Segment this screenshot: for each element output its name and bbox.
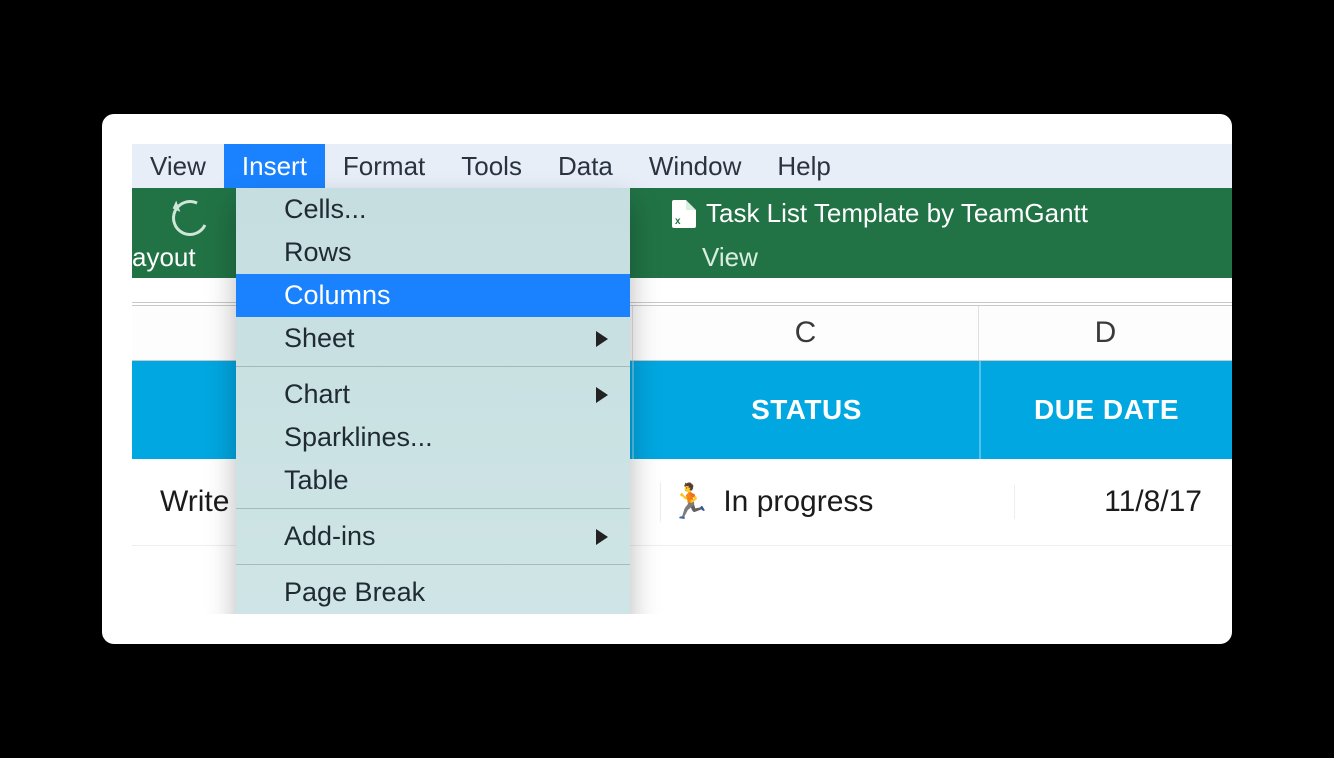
menu-item-label: Columns	[284, 280, 391, 311]
menu-item-label: Table	[284, 465, 349, 496]
cell-status[interactable]: 🏃 In progress	[660, 482, 1014, 522]
menu-item-cells[interactable]: Cells...	[236, 188, 630, 231]
menu-item-chart[interactable]: Chart	[236, 373, 630, 416]
menu-help[interactable]: Help	[759, 144, 848, 188]
excel-file-icon	[672, 200, 696, 228]
menu-item-addins[interactable]: Add-ins	[236, 515, 630, 558]
table-header-due: DUE DATE	[979, 361, 1232, 459]
menu-bar: View Insert Format Tools Data Window Hel…	[132, 144, 1232, 188]
menu-item-label: Sheet	[284, 323, 355, 354]
document-title: Task List Template by TeamGantt	[672, 198, 1088, 229]
menu-insert[interactable]: Insert	[224, 144, 325, 188]
runner-icon: 🏃	[669, 482, 711, 522]
column-header-c[interactable]: C	[632, 306, 978, 360]
table-header-status: STATUS	[632, 361, 979, 459]
menu-item-label: Cells...	[284, 194, 367, 225]
menu-item-table[interactable]: Table	[236, 459, 630, 502]
screenshot-frame: View Insert Format Tools Data Window Hel…	[102, 114, 1232, 644]
column-header-d[interactable]: D	[978, 306, 1232, 360]
insert-menu-dropdown: Cells... Rows Columns Sheet Chart Sparkl…	[236, 188, 630, 614]
ribbon-layout-label: ayout	[132, 242, 196, 273]
menu-format[interactable]: Format	[325, 144, 443, 188]
menu-view[interactable]: View	[132, 144, 224, 188]
menu-item-page-break[interactable]: Page Break	[236, 571, 630, 614]
menu-item-label: Sparklines...	[284, 422, 433, 453]
menu-item-sheet[interactable]: Sheet	[236, 317, 630, 360]
menu-separator	[236, 564, 630, 565]
ribbon-view-tab[interactable]: View	[702, 242, 758, 273]
menu-window[interactable]: Window	[631, 144, 759, 188]
menu-separator	[236, 508, 630, 509]
menu-item-label: Chart	[284, 379, 350, 410]
cell-due-date[interactable]: 11/8/17	[1014, 485, 1232, 519]
menu-item-label: Page Break	[284, 577, 425, 608]
app-window: View Insert Format Tools Data Window Hel…	[132, 144, 1232, 614]
menu-item-label: Rows	[284, 237, 352, 268]
document-title-text: Task List Template by TeamGantt	[706, 198, 1088, 229]
menu-item-sparklines[interactable]: Sparklines...	[236, 416, 630, 459]
menu-item-label: Add-ins	[284, 521, 376, 552]
menu-data[interactable]: Data	[540, 144, 631, 188]
submenu-arrow-icon	[596, 387, 608, 403]
menu-item-columns[interactable]: Columns	[236, 274, 630, 317]
menu-separator	[236, 366, 630, 367]
submenu-arrow-icon	[596, 331, 608, 347]
cell-status-text: In progress	[723, 485, 873, 519]
submenu-arrow-icon	[596, 529, 608, 545]
menu-tools[interactable]: Tools	[443, 144, 540, 188]
menu-item-rows[interactable]: Rows	[236, 231, 630, 274]
undo-icon[interactable]	[167, 195, 213, 241]
